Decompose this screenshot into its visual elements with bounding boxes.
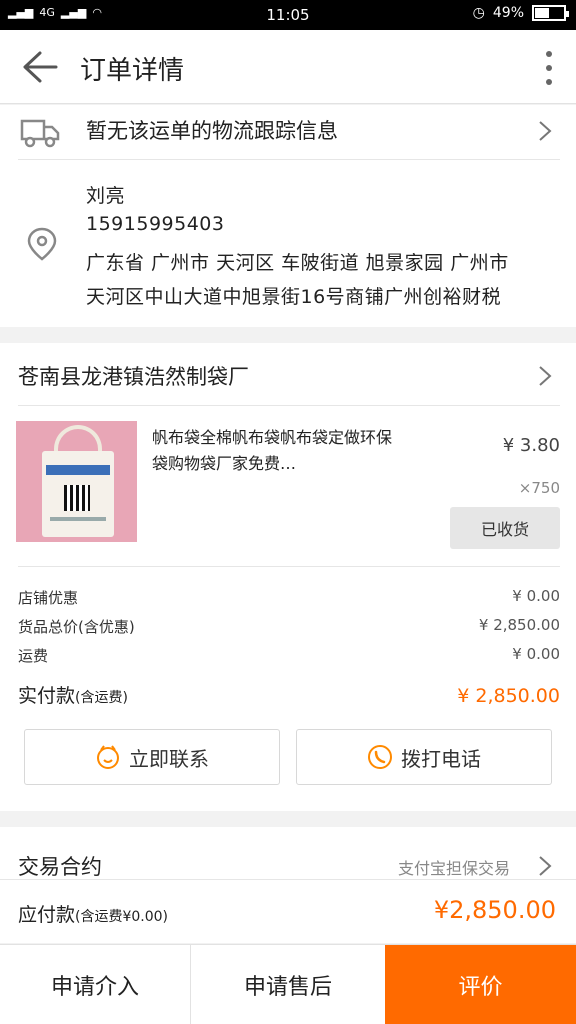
- shop-discount-value: ¥ 0.00: [512, 587, 560, 605]
- bag-graphic: [42, 451, 114, 537]
- apply-aftersale-button[interactable]: 申请售后: [191, 945, 385, 1024]
- shop-discount-label: 店铺优惠: [18, 589, 79, 607]
- divider: [18, 159, 560, 160]
- apply-intervention-button[interactable]: 申请介入: [0, 945, 191, 1024]
- address-line-2: 天河区中山大道中旭景街16号商铺广州创裕财税: [86, 286, 502, 308]
- review-button[interactable]: 评价: [385, 945, 576, 1024]
- status-bar: ▂▄▆ 4G ▂▄▆ ◠ 11:05 ◷ 49%: [0, 0, 576, 30]
- chat-smile-icon: [97, 745, 119, 769]
- call-seller-label: 拨打电话: [401, 746, 481, 771]
- truck-icon: [20, 119, 60, 148]
- bottom-action-bar: 申请介入 申请售后 评价: [0, 944, 576, 1024]
- divider: [18, 566, 560, 567]
- logistics-row[interactable]: 暂无该运单的物流跟踪信息: [0, 105, 576, 159]
- shop-discount-row: 店铺优惠 ¥ 0.00: [18, 587, 560, 608]
- contract-row[interactable]: 交易合约 支付宝担保交易: [0, 827, 576, 879]
- goods-total-row: 货品总价(含优惠) ¥ 2,850.00: [18, 616, 560, 637]
- contact-seller-label: 立即联系: [129, 746, 209, 771]
- payable-value: ¥2,850.00: [433, 896, 556, 924]
- chevron-right-icon: [539, 856, 552, 876]
- received-status-button[interactable]: 已收货: [450, 507, 560, 549]
- product-price: ¥ 3.80: [502, 435, 560, 456]
- shipping-address: 刘亮 15915995403 广东省 广州市 天河区 车陂街道 旭景家园 广州市…: [0, 159, 576, 327]
- product-quantity: ×750: [518, 479, 560, 497]
- shipping-fee-label: 运费: [18, 647, 49, 665]
- actual-paid-label: 实付款: [18, 685, 76, 707]
- page-title: 订单详情: [80, 56, 185, 86]
- actual-paid-value: ¥ 2,850.00: [457, 685, 560, 707]
- goods-total-label: 货品总价(含优惠): [18, 618, 135, 636]
- address-line-1: 广东省 广州市 天河区 车陂街道 旭景家园 广州市: [86, 252, 509, 274]
- shop-name[interactable]: 苍南县龙港镇浩然制袋厂: [18, 361, 249, 391]
- divider: [18, 405, 560, 406]
- top-app-bar: 订单详情: [0, 30, 576, 104]
- chevron-right-icon: [539, 121, 552, 141]
- product-title[interactable]: 帆布袋全棉帆布袋帆布袋定做环保袋购物袋厂家免费…: [152, 425, 404, 477]
- contract-value: 支付宝担保交易: [397, 859, 510, 878]
- battery-percent: 49%: [492, 5, 524, 21]
- call-seller-button[interactable]: 拨打电话: [296, 729, 552, 785]
- recipient-name: 刘亮: [86, 185, 126, 207]
- shipping-fee-value: ¥ 0.00: [512, 645, 560, 663]
- actual-paid-note: (含运费): [75, 690, 128, 706]
- back-arrow-icon[interactable]: [22, 50, 58, 84]
- contact-seller-button[interactable]: 立即联系: [24, 729, 280, 785]
- battery-icon: [532, 5, 569, 21]
- contract-label: 交易合约: [18, 855, 102, 879]
- chevron-right-icon[interactable]: [538, 365, 552, 387]
- recipient-phone: 15915995403: [86, 213, 225, 235]
- logistics-status-text: 暂无该运单的物流跟踪信息: [86, 119, 338, 143]
- more-vertical-icon[interactable]: [544, 48, 554, 88]
- shipping-fee-row: 运费 ¥ 0.00: [18, 645, 560, 666]
- location-pin-icon: [27, 227, 57, 261]
- product-image[interactable]: [16, 421, 137, 542]
- payable-note: (含运费¥0.00): [75, 909, 169, 925]
- goods-total-value: ¥ 2,850.00: [478, 616, 560, 634]
- order-card: 苍南县龙港镇浩然制袋厂 帆布袋全棉帆布袋帆布袋定做环保袋购物袋厂家免费… ¥ 3…: [0, 343, 576, 811]
- payable-row: 应付款(含运费¥0.00) ¥2,850.00: [0, 879, 576, 943]
- phone-icon: [368, 745, 392, 769]
- actual-paid-row: 实付款(含运费) ¥ 2,850.00: [18, 681, 560, 708]
- alarm-icon: ◷: [472, 5, 485, 21]
- qr-code: [64, 485, 90, 511]
- payable-label: 应付款: [18, 904, 76, 926]
